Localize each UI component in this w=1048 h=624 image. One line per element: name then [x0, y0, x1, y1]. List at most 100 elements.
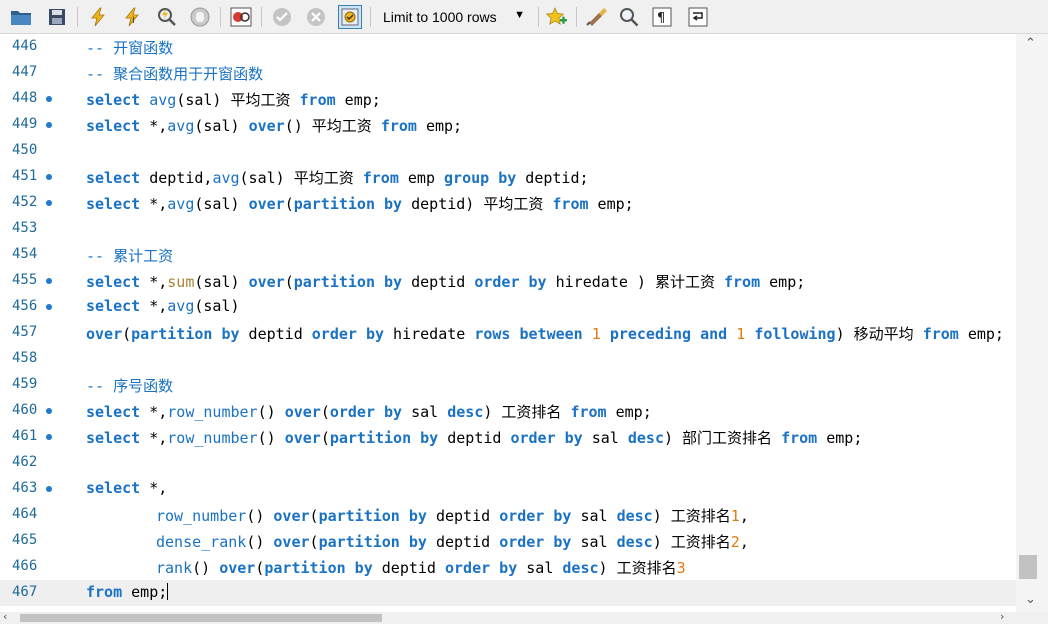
open-folder-icon[interactable]: [9, 5, 33, 29]
scroll-down-icon[interactable]: ⌄: [1025, 592, 1036, 607]
code-token: rank: [156, 559, 193, 577]
line-number: 450: [12, 142, 38, 158]
limit-rows-dropdown[interactable]: Limit to 1000 rows ▼: [373, 5, 533, 29]
code-token: -- 聚合函数用于开窗函数: [86, 65, 264, 83]
code-line[interactable]: 461 select *,row_number() over(partition …: [0, 424, 1016, 450]
code-token: partition by: [329, 429, 439, 447]
line-number: 449: [12, 116, 38, 132]
line-number: 467: [12, 584, 38, 600]
execute-icon[interactable]: [86, 5, 110, 29]
stop-icon[interactable]: [188, 5, 212, 29]
limit-rows-label: Limit to 1000 rows: [383, 9, 497, 25]
svg-text:¶: ¶: [657, 11, 665, 26]
code-line[interactable]: 447 -- 聚合函数用于开窗函数: [0, 60, 1016, 86]
invisible-chars-icon[interactable]: ¶: [650, 5, 674, 29]
code-token: over: [284, 429, 321, 447]
code-token: deptid: [372, 559, 445, 577]
code-line[interactable]: 463 select *,: [0, 476, 1016, 502]
line-number: 452: [12, 194, 38, 210]
code-text: select *,avg(sal) over() 平均工资 from emp;: [86, 115, 462, 136]
vertical-scroll-thumb[interactable]: [1019, 555, 1037, 579]
code-line[interactable]: 450: [0, 138, 1016, 164]
code-line[interactable]: 452 select *,avg(sal) over(partition by d…: [0, 190, 1016, 216]
toggle-continue-on-error-icon[interactable]: [229, 5, 253, 29]
code-token: desc: [616, 507, 653, 525]
code-token: row_number: [156, 507, 247, 525]
scroll-left-icon[interactable]: ‹: [3, 610, 7, 623]
autocommit-icon[interactable]: [338, 5, 362, 29]
code-line[interactable]: 451 select deptid,avg(sal) 平均工资 from emp …: [0, 164, 1016, 190]
save-icon[interactable]: [45, 5, 69, 29]
code-token: emp;: [588, 195, 634, 213]
execute-current-icon[interactable]: I: [120, 5, 144, 29]
code-line[interactable]: 457 over(partition by deptid order by hir…: [0, 320, 1016, 346]
code-token: select: [86, 117, 141, 135]
code-token: (: [309, 533, 319, 551]
statement-marker-icon: [46, 304, 52, 310]
code-line[interactable]: 466 rank() over(partition by deptid order…: [0, 554, 1016, 580]
code-text: -- 聚合函数用于开窗函数: [86, 63, 263, 84]
beautify-icon[interactable]: [585, 5, 609, 29]
code-token: sal: [571, 507, 617, 525]
code-text: -- 开窗函数: [86, 37, 173, 58]
code-line[interactable]: 462: [0, 450, 1016, 476]
horizontal-scroll-thumb[interactable]: [20, 614, 382, 622]
statement-marker-icon: [46, 200, 52, 206]
code-line[interactable]: 458: [0, 346, 1016, 372]
code-line[interactable]: 446 -- 开窗函数: [0, 34, 1016, 60]
code-token: order by: [445, 559, 518, 577]
add-snippet-icon[interactable]: [545, 5, 569, 29]
explain-icon[interactable]: [155, 5, 179, 29]
statement-marker-icon: [46, 278, 52, 284]
code-token: avg: [149, 91, 177, 109]
line-number: 459: [12, 376, 38, 392]
code-token: partition by: [318, 507, 427, 525]
word-wrap-icon[interactable]: [686, 5, 710, 29]
code-line[interactable]: 464 row_number() over(partition by deptid…: [0, 502, 1016, 528]
statement-marker-icon: [46, 486, 52, 492]
code-line[interactable]: 465 dense_rank() over(partition by deptid…: [0, 528, 1016, 554]
code-token: row_number: [167, 429, 258, 447]
code-token: following: [754, 325, 836, 343]
code-line[interactable]: 454 -- 累计工资: [0, 242, 1016, 268]
code-line[interactable]: 456 select *,avg(sal): [0, 294, 1016, 320]
text-caret: [167, 583, 169, 600]
scroll-right-icon[interactable]: ›: [1000, 610, 1004, 623]
code-line[interactable]: 459 -- 序号函数: [0, 372, 1016, 398]
code-line[interactable]: 455 select *,sum(sal) over(partition by d…: [0, 268, 1016, 294]
code-token: desc: [447, 403, 484, 421]
code-token: select: [86, 195, 141, 213]
code-token: from: [570, 403, 607, 421]
commit-icon[interactable]: [270, 5, 294, 29]
code-token: order by: [499, 507, 572, 525]
code-line[interactable]: 467 from emp;: [0, 580, 1016, 606]
code-text: select *,avg(sal): [86, 297, 240, 315]
code-token: 3: [676, 559, 686, 577]
code-token: partition by: [318, 533, 427, 551]
toolbar-separator: [77, 7, 78, 27]
statement-marker-icon: [46, 408, 52, 414]
code-token: emp: [398, 169, 445, 187]
line-number: 457: [12, 324, 38, 340]
code-token: ) 移动平均: [835, 325, 923, 343]
code-line[interactable]: 449 select *,avg(sal) over() 平均工资 from em…: [0, 112, 1016, 138]
code-line[interactable]: 448 select avg(sal) 平均工资 from emp;: [0, 86, 1016, 112]
code-token: emp;: [416, 117, 463, 135]
scroll-up-icon[interactable]: ⌃: [1025, 36, 1036, 51]
code-line[interactable]: 453: [0, 216, 1016, 242]
code-token: from: [86, 583, 123, 601]
code-token: emp;: [122, 583, 168, 601]
find-icon[interactable]: [617, 5, 641, 29]
toolbar-separator: [261, 7, 262, 27]
horizontal-scrollbar[interactable]: ‹ ›: [0, 610, 1048, 624]
code-token: sum: [167, 273, 195, 291]
rollback-icon[interactable]: [304, 5, 328, 29]
code-token: ) 工资排名: [652, 533, 731, 551]
chevron-down-icon: ▼: [514, 9, 525, 21]
sql-editor[interactable]: 446 -- 开窗函数 447 -- 聚合函数用于开窗函数 448 select avg(…: [0, 34, 1016, 612]
vertical-scrollbar[interactable]: ⌃ ⌄: [1016, 34, 1048, 612]
code-token: partition by: [131, 325, 240, 343]
code-line[interactable]: 460 select *,row_number() over(order by s…: [0, 398, 1016, 424]
code-text: select deptid,avg(sal) 平均工资 from emp gro…: [86, 167, 589, 188]
